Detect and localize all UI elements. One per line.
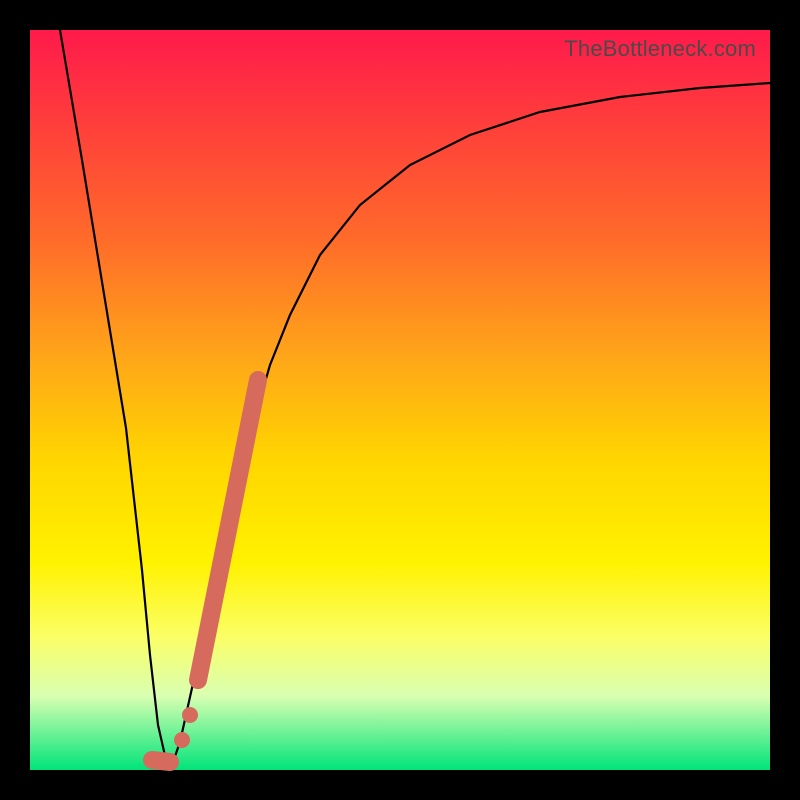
curve-svg [30, 30, 770, 770]
highlight-dot [174, 732, 190, 748]
bottleneck-curve [60, 30, 770, 765]
highlight-segment-upper [198, 380, 258, 680]
chart-frame: TheBottleneck.com [0, 0, 800, 800]
highlight-layer [152, 380, 258, 762]
highlight-dot [182, 707, 198, 723]
plot-area: TheBottleneck.com [30, 30, 770, 770]
highlight-segment-lower [152, 760, 170, 762]
